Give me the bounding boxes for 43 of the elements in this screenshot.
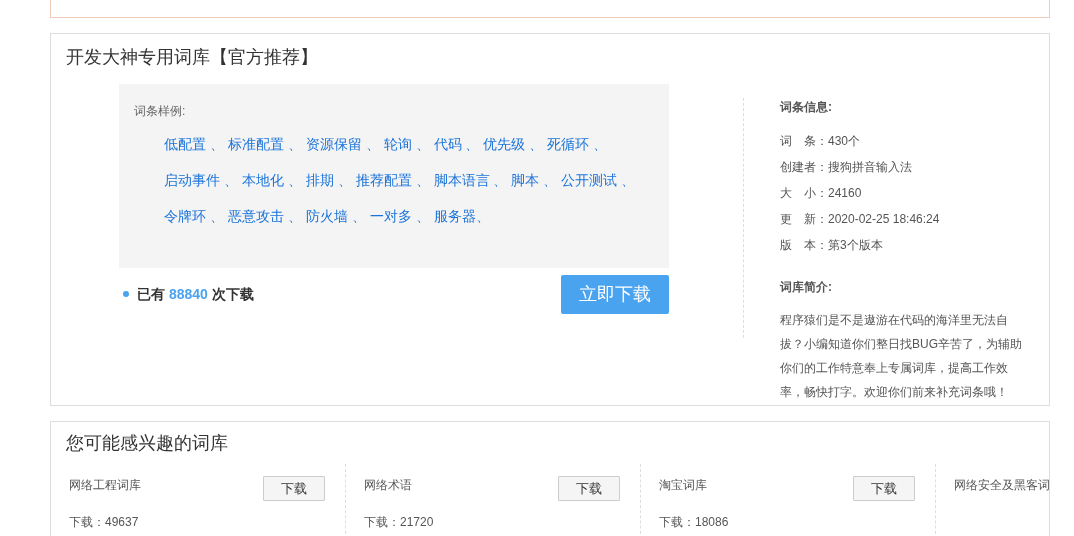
download-count: 已有 88840 次下载 bbox=[137, 284, 254, 304]
bullet-icon bbox=[123, 291, 129, 297]
download-button[interactable]: 下载 bbox=[263, 476, 325, 501]
term-link[interactable]: 排期 、 bbox=[305, 172, 352, 188]
library-name[interactable]: 网络工程词库 bbox=[69, 476, 141, 494]
sample-label: 词条样例: bbox=[134, 103, 187, 120]
download-count: 下载：49637 bbox=[69, 514, 140, 531]
library-name[interactable]: 网络术语 bbox=[364, 476, 412, 494]
term-link[interactable]: 防火墙 、 bbox=[305, 208, 366, 224]
download-button[interactable]: 下载 bbox=[853, 476, 915, 501]
info-row-text: 创建者：搜狗拼音输入法 bbox=[780, 159, 913, 176]
term-link[interactable]: 一对多 、 bbox=[369, 208, 430, 224]
term-link[interactable]: 轮询 、 bbox=[383, 136, 430, 152]
description-text: 程序猿们是不是遨游在代码的海洋里无法自拔？小编知道你们整日找BUG辛苦了，为辅助你们的工作特意奉上专属词库，提高工作效率，畅快打字。欢迎你们前来补充词条哦！ bbox=[780, 312, 1023, 401]
term-link[interactable]: 公开测试 、 bbox=[561, 172, 636, 188]
term-link[interactable]: 脚本 、 bbox=[511, 172, 558, 188]
info-heading: 词库简介: bbox=[780, 279, 833, 296]
download-count: 下载：21720 bbox=[364, 514, 435, 531]
download-count: 下载：18086 bbox=[659, 514, 730, 531]
section-title: 开发大神专用词库【官方推荐】 bbox=[66, 46, 319, 69]
download-button[interactable]: 立即下载 bbox=[561, 274, 669, 314]
term-link[interactable]: 恶意攻击 、 bbox=[227, 208, 302, 224]
term-link[interactable]: 推荐配置 、 bbox=[355, 172, 430, 188]
info-heading: 词条信息: bbox=[780, 99, 833, 116]
term-link[interactable]: 令牌环 、 bbox=[164, 208, 224, 224]
info-row-text: 词 条：430个 bbox=[780, 133, 862, 150]
info-row-text: 更 新：2020-02-25 18:46:24 bbox=[780, 211, 941, 228]
term-link[interactable]: 标准配置 、 bbox=[227, 136, 302, 152]
library-name[interactable]: 网络安全及黑客词 bbox=[954, 476, 1049, 494]
term-link[interactable]: 死循环 、 bbox=[547, 136, 608, 152]
download-button[interactable]: 下载 bbox=[558, 476, 620, 501]
info-row-text: 大 小：24160 bbox=[780, 185, 863, 202]
info-row-text: 版 本：第3个版本 bbox=[780, 237, 884, 254]
term-link[interactable]: 启动事件 、 bbox=[164, 172, 238, 188]
section-title: 您可能感兴趣的词库 bbox=[66, 432, 229, 455]
term-link[interactable]: 代码 、 bbox=[433, 136, 480, 152]
term-link[interactable]: 低配置 、 bbox=[164, 136, 224, 152]
term-link[interactable]: 优先级 、 bbox=[483, 136, 544, 152]
term-link[interactable]: 服务器、 bbox=[433, 208, 490, 224]
term-link[interactable]: 脚本语言 、 bbox=[433, 172, 508, 188]
term-link[interactable]: 本地化 、 bbox=[241, 172, 302, 188]
library-name[interactable]: 淘宝词库 bbox=[659, 476, 707, 494]
term-link[interactable]: 资源保留 、 bbox=[305, 136, 380, 152]
